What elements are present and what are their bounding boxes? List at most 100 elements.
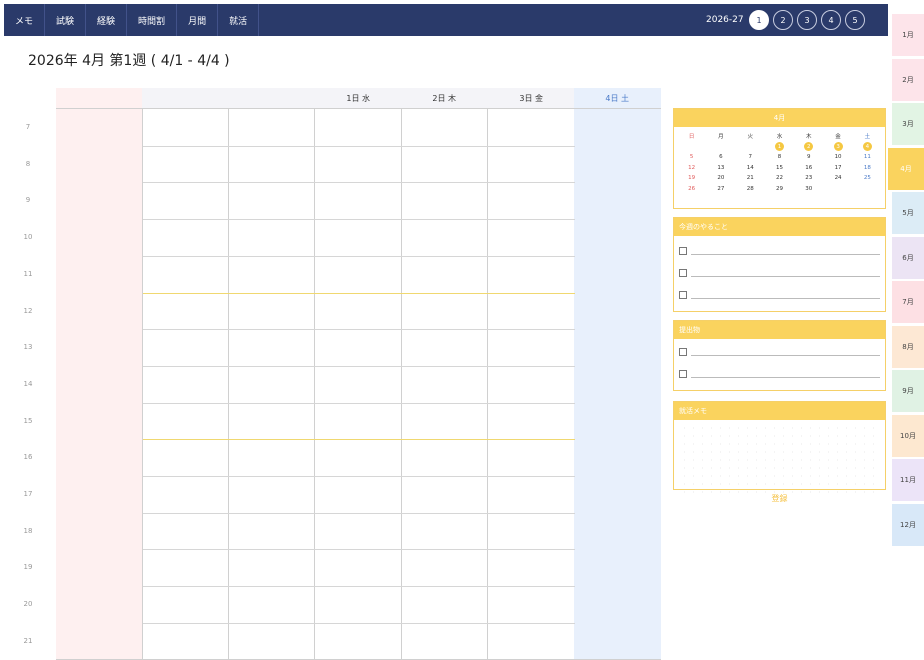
todo-checkbox[interactable] <box>679 291 687 299</box>
nav-exam[interactable]: 試験 <box>45 4 87 36</box>
mini-cal-day <box>706 142 735 153</box>
todo-title: 今週のやること <box>674 218 885 236</box>
register-button[interactable]: 登録 <box>673 493 886 504</box>
mini-cal-day[interactable]: 17 <box>823 163 852 174</box>
nav-experience[interactable]: 経験 <box>86 4 128 36</box>
todo-text-field[interactable] <box>691 247 880 255</box>
day-header-0 <box>56 88 143 108</box>
submission-item <box>674 341 885 363</box>
mini-cal-day[interactable]: 27 <box>706 184 735 195</box>
mini-cal-day[interactable]: 2 <box>794 142 823 153</box>
mini-cal-day[interactable]: 26 <box>677 184 706 195</box>
mini-cal-day[interactable]: 14 <box>736 163 765 174</box>
mini-cal-day[interactable]: 20 <box>706 173 735 184</box>
mini-cal-day[interactable]: 10 <box>823 152 852 163</box>
hour-label-19: 19 <box>23 563 33 572</box>
mini-cal-day[interactable]: 15 <box>765 163 794 174</box>
month-tab-10[interactable]: 10月 <box>892 414 924 457</box>
todo-checkbox[interactable] <box>679 269 687 277</box>
submissions-title: 提出物 <box>674 321 885 339</box>
mini-cal-weekday: 金 <box>835 134 841 141</box>
mini-cal-day[interactable]: 22 <box>765 173 794 184</box>
todo-item <box>674 284 885 306</box>
mini-cal-day[interactable]: 25 <box>853 173 882 184</box>
submissions-panel: 提出物 <box>673 320 886 391</box>
day-column-5[interactable] <box>488 109 575 659</box>
month-tab-11[interactable]: 11月 <box>892 459 924 501</box>
day-column-6[interactable] <box>574 109 661 659</box>
todo-checkbox[interactable] <box>679 247 687 255</box>
day-column-1[interactable] <box>142 109 229 659</box>
month-tab-8[interactable]: 8月 <box>892 325 924 368</box>
mini-cal-day[interactable]: 19 <box>677 173 706 184</box>
top-bar: メモ 試験 経験 時間割 月間 就活 2026-27 12345 <box>4 4 888 36</box>
month-tab-5[interactable]: 5月 <box>892 192 924 234</box>
week-button-4[interactable]: 4 <box>821 10 841 30</box>
mini-cal-day[interactable]: 13 <box>706 163 735 174</box>
week-button-1[interactable]: 1 <box>749 10 769 30</box>
month-tab-2[interactable]: 2月 <box>892 58 924 101</box>
mini-cal-day[interactable]: 5 <box>677 152 706 163</box>
day-column-0[interactable] <box>56 109 143 659</box>
submission-text-field[interactable] <box>691 348 880 356</box>
hour-row-line <box>143 329 575 331</box>
mini-cal-day[interactable]: 3 <box>823 142 852 153</box>
mini-cal-day[interactable]: 11 <box>853 152 882 163</box>
mini-cal-weekday: 木 <box>806 134 812 141</box>
mini-cal-day[interactable]: 9 <box>794 152 823 163</box>
todo-text-field[interactable] <box>691 291 880 299</box>
submission-checkbox[interactable] <box>679 370 687 378</box>
hour-row-line <box>143 622 575 624</box>
mini-cal-day[interactable]: 28 <box>736 184 765 195</box>
mini-cal-day[interactable]: 1 <box>765 142 794 153</box>
hour-row-line <box>143 145 575 147</box>
job-memo-area[interactable] <box>680 424 879 494</box>
submission-item <box>674 363 885 385</box>
mini-cal-day[interactable]: 6 <box>706 152 735 163</box>
month-tab-9[interactable]: 9月 <box>892 370 924 412</box>
submissions-list <box>674 339 885 385</box>
mini-cal-day[interactable]: 18 <box>853 163 882 174</box>
mini-cal-day[interactable]: 12 <box>677 163 706 174</box>
month-tab-12[interactable]: 12月 <box>892 503 924 546</box>
submission-checkbox[interactable] <box>679 348 687 356</box>
mini-cal-weekday: 日 <box>688 134 695 141</box>
submission-text-field[interactable] <box>691 370 880 378</box>
mini-cal-day[interactable]: 30 <box>794 184 823 195</box>
mini-cal-day[interactable]: 8 <box>765 152 794 163</box>
mini-cal-day-marker: 3 <box>833 142 843 152</box>
week-button-5[interactable]: 5 <box>845 10 865 30</box>
mini-cal-day[interactable]: 24 <box>823 173 852 184</box>
month-tab-7[interactable]: 7月 <box>892 281 924 323</box>
mini-cal-day <box>853 184 882 195</box>
nav-timetable[interactable]: 時間割 <box>127 4 178 36</box>
mini-cal-day[interactable]: 7 <box>736 152 765 163</box>
hour-row-line <box>143 365 575 367</box>
hour-label-11: 11 <box>23 269 33 278</box>
hour-label-7: 7 <box>25 123 31 131</box>
week-grid[interactable] <box>56 108 661 660</box>
mini-cal-day[interactable]: 4 <box>853 142 882 153</box>
month-tab-1[interactable]: 1月 <box>892 14 924 56</box>
mini-cal-weekday: 火 <box>747 134 753 141</box>
day-column-2[interactable] <box>228 109 315 659</box>
mini-cal-day[interactable]: 23 <box>794 173 823 184</box>
mini-cal-day-marker: 1 <box>774 142 784 152</box>
month-tab-4[interactable]: 4月 <box>888 147 924 190</box>
week-button-3[interactable]: 3 <box>797 10 817 30</box>
day-column-3[interactable] <box>315 109 402 659</box>
day-column-4[interactable] <box>401 109 488 659</box>
hour-label-12: 12 <box>23 306 33 315</box>
todo-panel: 今週のやること <box>673 217 886 312</box>
week-button-2[interactable]: 2 <box>773 10 793 30</box>
mini-cal-day[interactable]: 29 <box>765 184 794 195</box>
month-tab-6[interactable]: 6月 <box>892 236 924 279</box>
mini-cal-day[interactable]: 21 <box>736 173 765 184</box>
nav-job-hunting[interactable]: 就活 <box>218 4 260 36</box>
nav-monthly[interactable]: 月間 <box>177 4 219 36</box>
month-tab-3[interactable]: 3月 <box>892 103 924 145</box>
mini-cal-day[interactable]: 16 <box>794 163 823 174</box>
nav-memo[interactable]: メモ <box>4 4 46 36</box>
day-header-2 <box>228 88 315 108</box>
todo-text-field[interactable] <box>691 269 880 277</box>
